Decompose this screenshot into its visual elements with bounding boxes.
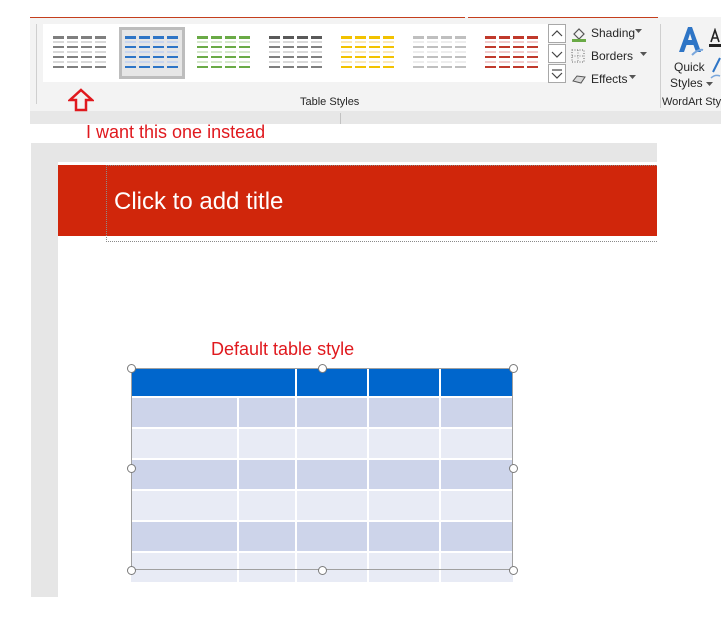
caret-down-icon	[629, 75, 636, 79]
table-style-medium-style-red[interactable]	[479, 27, 545, 79]
table-style-medium-style-blue[interactable]	[119, 27, 185, 79]
annotation-want-this: I want this one instead	[86, 122, 266, 142]
table-selection-frame[interactable]	[131, 368, 513, 570]
table-style-preview-icon	[413, 36, 466, 68]
table-styles-gallery	[43, 24, 548, 82]
caret-down-icon	[640, 52, 647, 56]
gallery-more-button[interactable]	[548, 64, 566, 83]
chevron-down-icon	[551, 51, 563, 58]
resize-handle-bottom-left[interactable]	[127, 566, 136, 575]
table-style-preview-icon	[485, 36, 538, 68]
group-separator	[36, 24, 37, 104]
table-style-preview-icon	[197, 36, 250, 68]
red-arrow-up-icon	[68, 88, 94, 112]
ribbon-accent-line	[30, 17, 465, 18]
text-fill-icon[interactable]	[709, 28, 721, 88]
table-style-preview-icon	[53, 36, 106, 68]
gallery-scroll-down-button[interactable]	[548, 44, 566, 63]
table-style-preview-icon	[269, 36, 322, 68]
borders-icon	[571, 49, 585, 63]
group-separator	[660, 24, 661, 108]
title-placeholder[interactable]: Click to add title	[106, 165, 657, 242]
resize-handle-bottom[interactable]	[318, 566, 327, 575]
effects-label: Effects	[591, 72, 628, 86]
shading-label: Shading	[591, 26, 636, 40]
expand-more-icon	[551, 69, 563, 79]
title-placeholder-text: Click to add title	[114, 188, 284, 215]
borders-label: Borders	[591, 49, 634, 63]
resize-handle-right[interactable]	[509, 464, 518, 473]
effects-icon	[572, 75, 586, 84]
caret-down-icon	[635, 29, 642, 33]
paint-bucket-icon	[572, 28, 586, 42]
table-style-preview-icon	[125, 36, 178, 68]
table-style-no-style-gray[interactable]	[47, 27, 113, 79]
wordart-a-icon	[679, 27, 704, 56]
resize-handle-top-right[interactable]	[509, 364, 518, 373]
table-style-medium-style-dark[interactable]	[263, 27, 329, 79]
ribbon-accent-line	[468, 17, 658, 18]
resize-handle-left[interactable]	[127, 464, 136, 473]
table-style-preview-icon	[341, 36, 394, 68]
quick-styles-label-line2: Styles	[670, 76, 714, 90]
gallery-scroll-up-button[interactable]	[548, 24, 566, 43]
table-style-medium-style-green[interactable]	[191, 27, 257, 79]
chevron-up-icon	[551, 30, 563, 37]
table-styles-group-label: Table Styles	[300, 96, 360, 108]
table-style-medium-style-light[interactable]	[407, 27, 473, 79]
resize-handle-top[interactable]	[318, 364, 327, 373]
ribbon-divider	[340, 113, 341, 124]
quick-styles-label-line1: Quick	[674, 60, 705, 74]
annotation-default-style: Default table style	[211, 339, 355, 359]
resize-handle-top-left[interactable]	[127, 364, 136, 373]
wordart-group-label: WordArt Sty	[662, 96, 721, 108]
resize-handle-bottom-right[interactable]	[509, 566, 518, 575]
table-style-medium-style-gold[interactable]	[335, 27, 401, 79]
